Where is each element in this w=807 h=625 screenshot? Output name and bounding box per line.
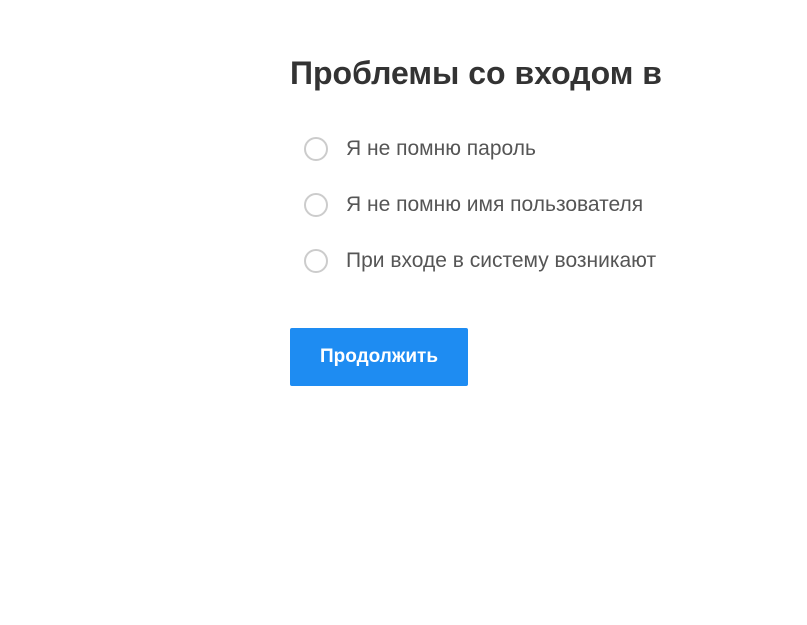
radio-icon [304,249,328,273]
option-forgot-username[interactable]: Я не помню имя пользователя [304,193,807,217]
option-label: Я не помню имя пользователя [346,193,643,217]
option-label: При входе в систему возникают [346,249,656,273]
button-wrap: Продолжить [290,328,807,386]
option-forgot-password[interactable]: Я не помню пароль [304,137,807,161]
options-group: Я не помню пароль Я не помню имя пользов… [290,137,807,273]
radio-icon [304,193,328,217]
page-title: Проблемы со входом в [290,55,807,92]
option-login-errors[interactable]: При входе в систему возникают [304,249,807,273]
option-label: Я не помню пароль [346,137,536,161]
continue-button[interactable]: Продолжить [290,328,468,386]
login-problems-form: Проблемы со входом в Я не помню пароль Я… [0,0,807,386]
radio-icon [304,137,328,161]
